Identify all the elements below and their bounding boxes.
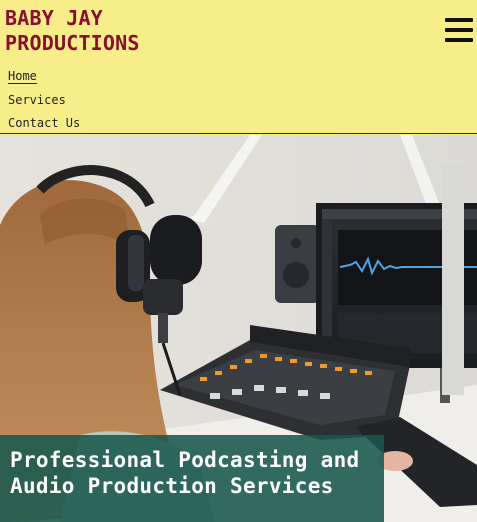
brand-line-2: PRODUCTIONS bbox=[5, 31, 140, 55]
main-nav: Home Services Contact Us bbox=[8, 65, 80, 136]
nav-item-home[interactable]: Home bbox=[8, 65, 80, 89]
site-header: BABY JAY PRODUCTIONS Home Services Conta… bbox=[0, 0, 477, 134]
hamburger-menu-icon[interactable] bbox=[445, 18, 473, 42]
hero-section: Professional Podcasting and Audio Produc… bbox=[0, 135, 477, 522]
brand-line-1: BABY JAY bbox=[5, 6, 103, 30]
hero-headline: Professional Podcasting and Audio Produc… bbox=[10, 448, 360, 498]
nav-item-services[interactable]: Services bbox=[8, 89, 80, 113]
hero-caption: Professional Podcasting and Audio Produc… bbox=[0, 435, 384, 522]
nav-item-contact-us[interactable]: Contact Us bbox=[8, 112, 80, 136]
site-logo[interactable]: BABY JAY PRODUCTIONS bbox=[5, 6, 140, 56]
